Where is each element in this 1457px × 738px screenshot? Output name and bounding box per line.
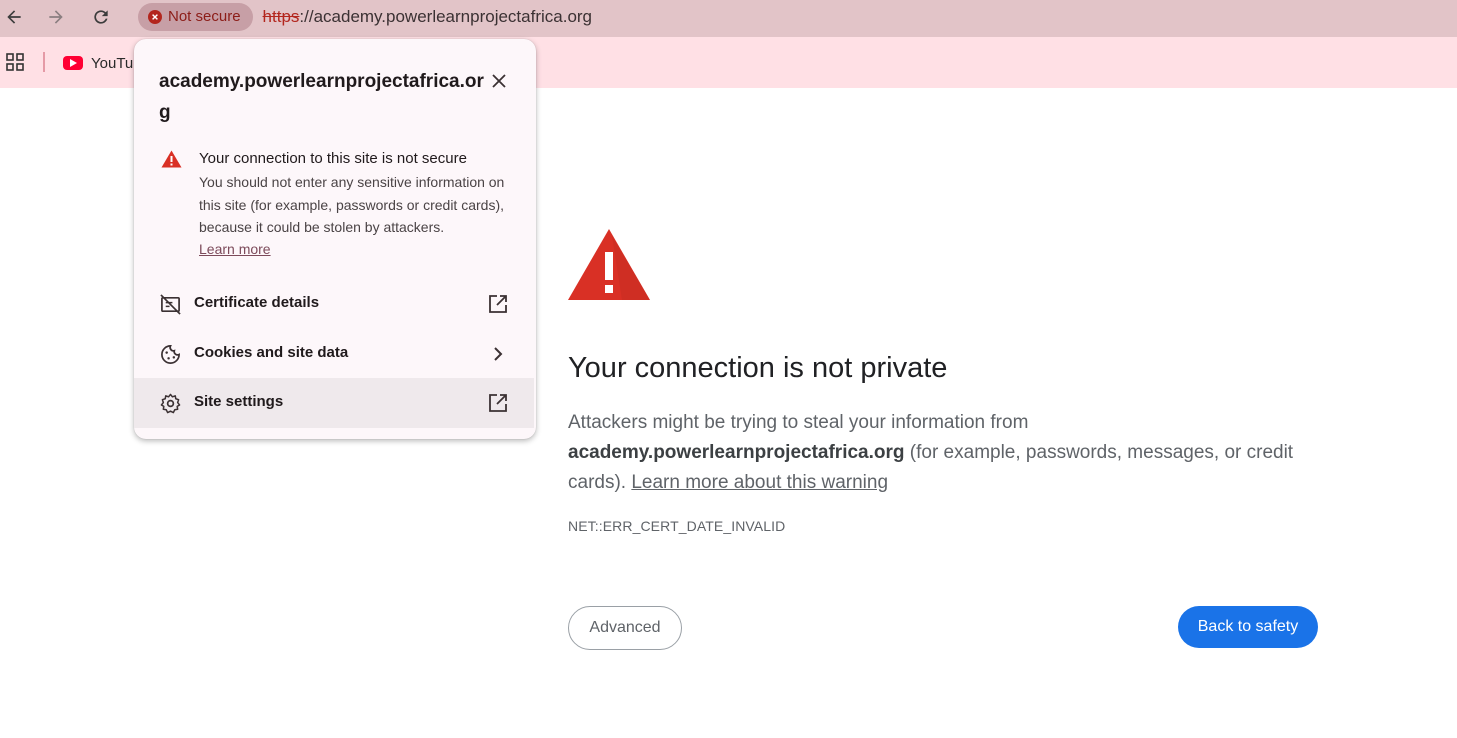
youtube-icon: [63, 56, 83, 70]
url-text[interactable]: https://academy.powerlearnprojectafrica.…: [263, 7, 592, 27]
arrow-forward-icon: [49, 10, 63, 24]
back-to-safety-button[interactable]: Back to safety: [1178, 606, 1318, 648]
open-in-new-icon: [489, 394, 507, 412]
forward-button[interactable]: [42, 4, 70, 30]
security-status-title: Your connection to this site is not secu…: [199, 150, 467, 167]
popup-title: academy.powerlearnprojectafrica.org: [159, 71, 484, 123]
row-label: Certificate details: [194, 294, 320, 311]
error-code: NET::ERR_CERT_DATE_INVALID: [568, 518, 786, 534]
apps-grid-icon[interactable]: [6, 53, 24, 71]
arrow-back-icon: [7, 10, 21, 24]
learn-more-link[interactable]: Learn more: [199, 241, 271, 257]
warning-body: Attackers might be trying to steal your …: [568, 408, 1308, 498]
reload-icon: [94, 10, 108, 24]
chevron-right-icon: [494, 347, 503, 361]
open-in-new-icon: [489, 295, 507, 313]
url-scheme: https: [262, 6, 300, 26]
security-chip-label: Not secure: [168, 8, 241, 25]
security-chip[interactable]: Not secure: [138, 2, 253, 31]
warning-triangle-icon: [161, 150, 182, 168]
reload-button[interactable]: [87, 4, 115, 30]
error-circle-icon: [148, 9, 162, 24]
certificate-icon: [160, 294, 181, 315]
warning-body-domain: academy.powerlearnprojectafrica.org: [568, 442, 905, 463]
warning-body-prefix: Attackers might be trying to steal your …: [568, 412, 1029, 433]
omnibox[interactable]: Not secure https://academy.powerlearnpro…: [134, 0, 1457, 33]
bookmarks-separator: [43, 52, 45, 72]
row-label: Site settings: [194, 393, 284, 410]
learn-more-warning-link[interactable]: Learn more about this warning: [631, 472, 888, 493]
url-rest: ://academy.powerlearnprojectafrica.org: [299, 6, 593, 26]
close-button[interactable]: [487, 69, 511, 93]
site-settings-row[interactable]: Site settings: [134, 378, 534, 428]
advanced-button[interactable]: Advanced: [568, 606, 682, 650]
security-status-body: You should not enter any sensitive infor…: [199, 174, 505, 235]
close-icon: [492, 74, 506, 88]
back-button[interactable]: [0, 4, 28, 30]
page-title: Your connection is not private: [568, 352, 948, 384]
certificate-details-row[interactable]: Certificate details: [134, 279, 534, 329]
warning-triangle-icon: [568, 229, 650, 300]
row-label: Cookies and site data: [194, 344, 349, 361]
gear-icon: [160, 393, 181, 414]
browser-toolbar: Not secure https://academy.powerlearnpro…: [0, 0, 1457, 37]
cookies-site-data-row[interactable]: Cookies and site data: [134, 329, 534, 379]
site-info-popup: academy.powerlearnprojectafrica.org Your…: [134, 39, 536, 439]
cookie-icon: [161, 345, 180, 364]
